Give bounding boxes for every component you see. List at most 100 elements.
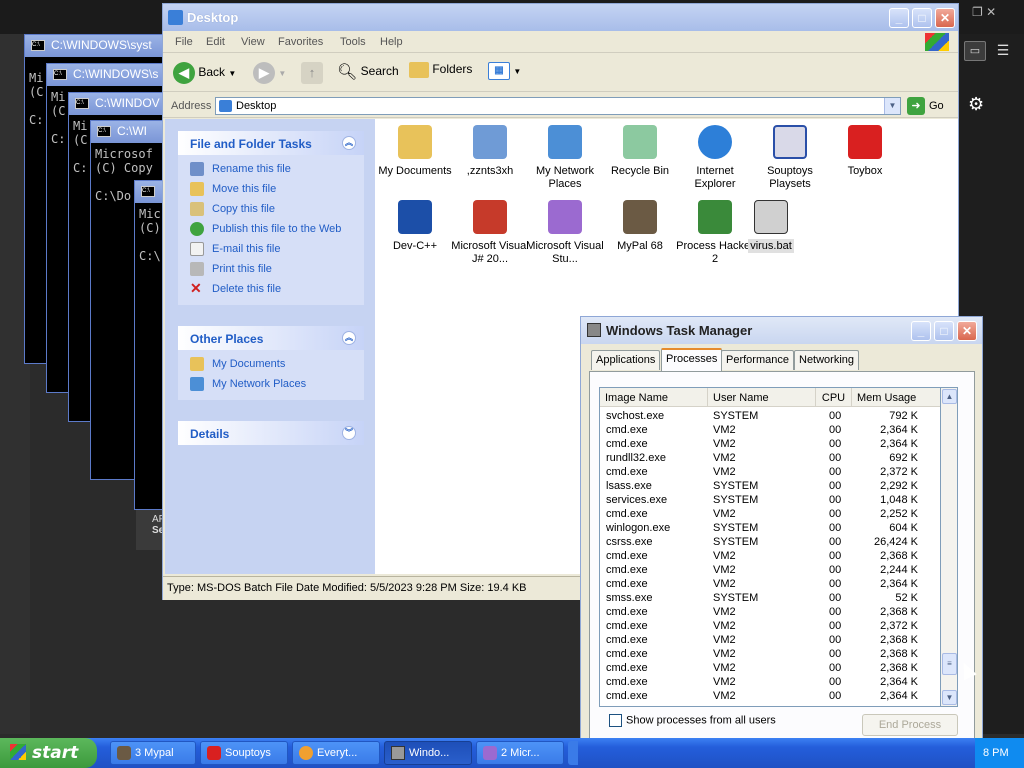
tab-processes[interactable]: Processes	[661, 348, 723, 372]
table-row[interactable]: cmd.exe VM2 00 2,372 K	[600, 619, 930, 633]
my-documents-link[interactable]: My Documents	[190, 356, 364, 376]
desktop-icon-network-places[interactable]: My Network Places	[525, 125, 605, 191]
taskbar-item-everything[interactable]: Everyt...	[292, 741, 380, 765]
column-user-name[interactable]: User Name	[708, 388, 816, 407]
desktop-icon-zznts3xh[interactable]: ,zznts3xh	[450, 125, 530, 178]
maximize-button[interactable]: □	[934, 321, 954, 341]
desktop-icon-visual-j[interactable]: Microsoft Visual J# 20...	[450, 200, 530, 266]
back-button[interactable]: ◀ Back ▼	[173, 62, 236, 86]
email-file-link[interactable]: E-mail this file	[190, 241, 364, 261]
cmd-window[interactable]: C:\ Mic (C) C:\	[134, 180, 164, 510]
menu-favorites[interactable]: Favorites	[278, 36, 323, 48]
column-mem-usage[interactable]: Mem Usage	[852, 388, 940, 407]
folders-button[interactable]: Folders	[409, 62, 472, 86]
address-input[interactable]: Desktop ▼	[215, 97, 901, 115]
table-row[interactable]: cmd.exe VM2 00 2,368 K	[600, 605, 930, 619]
table-row[interactable]: cmd.exe VM2 00 2,244 K	[600, 563, 930, 577]
move-file-link[interactable]: Move this file	[190, 181, 364, 201]
table-row[interactable]: cmd.exe VM2 00 2,364 K	[600, 675, 930, 689]
panel-header[interactable]: File and Folder Tasks ︽	[178, 131, 364, 155]
process-list[interactable]: Image Name User Name CPU Mem Usage svcho…	[599, 387, 941, 707]
go-button[interactable]: Go	[929, 100, 944, 112]
tab-performance[interactable]: Performance	[721, 350, 794, 370]
panel-header[interactable]: Other Places ︽	[178, 326, 364, 350]
taskbar-item-windows-task-manager[interactable]: Windo...	[384, 741, 472, 765]
desktop-icon-my-documents[interactable]: My Documents	[375, 125, 455, 178]
publish-web-link[interactable]: Publish this file to the Web	[190, 221, 364, 241]
desktop-icon-internet-explorer[interactable]: Internet Explorer	[675, 125, 755, 191]
desktop-icon-souptoys[interactable]: Souptoys Playsets	[750, 125, 830, 191]
desktop-icon-devcpp[interactable]: Dev-C++	[375, 200, 455, 253]
forward-button[interactable]: ▶ ▼	[253, 62, 286, 86]
desktop-icon-toybox[interactable]: Toybox	[825, 125, 905, 178]
desktop-icon-recycle-bin[interactable]: Recycle Bin	[600, 125, 680, 178]
copy-file-link[interactable]: Copy this file	[190, 201, 364, 221]
collapse-chevron-icon[interactable]: ︽	[342, 136, 356, 150]
maximize-button[interactable]: □	[912, 8, 932, 28]
column-cpu[interactable]: CPU	[816, 388, 852, 407]
scroll-down-icon[interactable]: ▼	[942, 690, 957, 705]
table-row[interactable]: cmd.exe VM2 00 2,372 K	[600, 465, 930, 479]
show-all-processes-checkbox[interactable]: Show processes from all users	[609, 714, 776, 727]
menu-tools[interactable]: Tools	[340, 36, 366, 48]
rename-file-link[interactable]: Rename this file	[190, 161, 364, 181]
tab-networking[interactable]: Networking	[794, 350, 860, 370]
address-dropdown-icon[interactable]: ▼	[884, 98, 900, 114]
menu-edit[interactable]: Edit	[206, 36, 225, 48]
table-row[interactable]: smss.exe SYSTEM 00 52 K	[600, 591, 930, 605]
my-network-places-link[interactable]: My Network Places	[190, 376, 364, 396]
scroll-thumb[interactable]: ≡	[942, 653, 957, 675]
table-row[interactable]: cmd.exe VM2 00 2,252 K	[600, 507, 930, 521]
table-row[interactable]: services.exe SYSTEM 00 1,048 K	[600, 493, 930, 507]
explorer-title-bar[interactable]: Desktop _ □ ✕	[163, 4, 958, 31]
desktop-icon-visual-studio[interactable]: Microsoft Visual Stu...	[525, 200, 605, 266]
column-image-name[interactable]: Image Name	[600, 388, 708, 407]
table-row[interactable]: cmd.exe VM2 00 2,364 K	[600, 423, 930, 437]
table-row[interactable]: cmd.exe VM2 00 2,368 K	[600, 661, 930, 675]
minimize-button[interactable]: _	[889, 8, 909, 28]
table-row[interactable]: csrss.exe SYSTEM 00 26,424 K	[600, 535, 930, 549]
menu-view[interactable]: View	[241, 36, 265, 48]
go-arrow-icon[interactable]: ➜	[907, 97, 925, 115]
menu-file[interactable]: File	[175, 36, 193, 48]
tab-applications[interactable]: Applications	[591, 350, 661, 370]
table-row[interactable]: cmd.exe VM2 00 2,364 K	[600, 577, 930, 591]
checkbox-box[interactable]	[609, 714, 622, 727]
start-button[interactable]: start	[0, 738, 97, 768]
table-row[interactable]: cmd.exe VM2 00 2,364 K	[600, 437, 930, 451]
table-row[interactable]: cmd.exe VM2 00 2,368 K	[600, 633, 930, 647]
close-button[interactable]: ✕	[935, 8, 955, 28]
menu-help[interactable]: Help	[380, 36, 403, 48]
scroll-up-icon[interactable]: ▲	[942, 389, 957, 404]
explorer-title: Desktop	[187, 10, 239, 25]
desktop-icon-mypal[interactable]: MyPal 68	[600, 200, 680, 253]
taskbar-item-mypal[interactable]: 3 Mypal	[110, 741, 196, 765]
table-row[interactable]: cmd.exe VM2 00 2,364 K	[600, 689, 930, 703]
system-tray-clock[interactable]: 8 PM	[975, 738, 1024, 768]
table-row[interactable]: svchost.exe SYSTEM 00 792 K	[600, 409, 930, 423]
table-row[interactable]: lsass.exe SYSTEM 00 2,292 K	[600, 479, 930, 493]
search-button[interactable]: 🔍︎ Search	[337, 62, 399, 86]
taskbar-item-souptoys[interactable]: Souptoys	[200, 741, 288, 765]
table-row[interactable]: winlogon.exe SYSTEM 00 604 K	[600, 521, 930, 535]
taskbar-item-microsoft[interactable]: 2 Micr...	[476, 741, 564, 765]
task-manager-window[interactable]: Windows Task Manager _ □ ✕ Applications …	[580, 316, 983, 768]
process-list-scrollbar[interactable]: ▲ ≡ ▼	[941, 387, 958, 707]
table-row[interactable]: rundll32.exe VM2 00 692 K	[600, 451, 930, 465]
minimize-button[interactable]: _	[911, 321, 931, 341]
process-cpu: 00	[829, 648, 842, 660]
table-row[interactable]: cmd.exe VM2 00 2,368 K	[600, 549, 930, 563]
up-folder-button[interactable]: ↑	[301, 62, 323, 86]
task-manager-title-bar[interactable]: Windows Task Manager _ □ ✕	[581, 317, 982, 344]
panel-header[interactable]: Details ︾	[178, 421, 364, 445]
expand-chevron-icon[interactable]: ︾	[342, 426, 356, 440]
views-button[interactable]: ▦ ▼	[488, 62, 521, 86]
close-button[interactable]: ✕	[957, 321, 977, 341]
end-process-button[interactable]: End Process	[862, 714, 958, 736]
taskbar-item-partial[interactable]	[568, 741, 578, 765]
delete-file-link[interactable]: ✕ Delete this file	[190, 281, 364, 301]
collapse-chevron-icon[interactable]: ︽	[342, 331, 356, 345]
desktop-icon-virus-bat[interactable]: virus.bat	[731, 200, 811, 253]
print-file-link[interactable]: Print this file	[190, 261, 364, 281]
table-row[interactable]: cmd.exe VM2 00 2,368 K	[600, 647, 930, 661]
